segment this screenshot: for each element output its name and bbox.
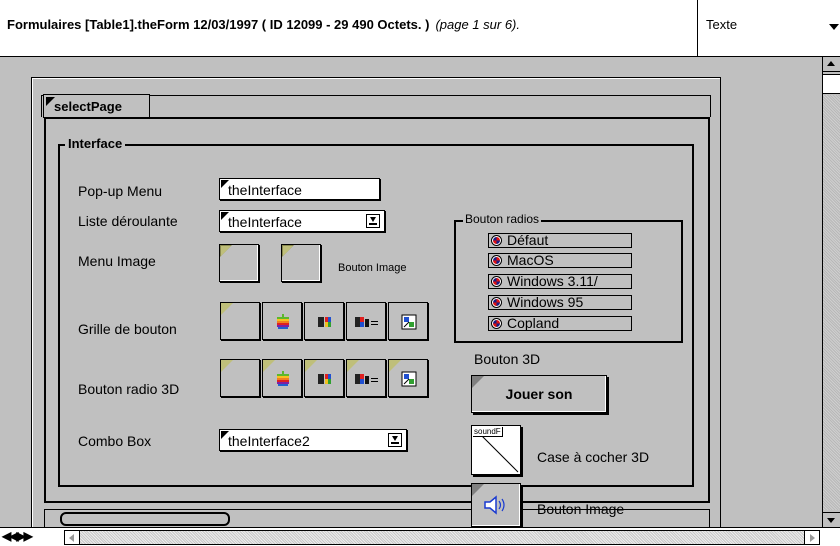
page-nav-arrows[interactable]: ◀◀▶▶ xyxy=(2,529,33,543)
radio-option-label: Windows 95 xyxy=(507,295,584,310)
radio3d-cell-4[interactable] xyxy=(346,359,386,397)
radio3d-cell-5[interactable] xyxy=(388,359,428,397)
radio-icon xyxy=(491,318,502,329)
radio-option-copland[interactable]: Copland xyxy=(488,316,632,331)
apple-icon xyxy=(274,313,292,331)
scroll-corner xyxy=(822,528,840,546)
horizontal-scrollbar[interactable] xyxy=(64,530,820,545)
grid-cell-2[interactable] xyxy=(262,302,302,340)
radio-option-label: Copland xyxy=(507,316,560,331)
combo-value: theInterface2 xyxy=(228,433,310,449)
scroll-track[interactable] xyxy=(823,95,840,510)
color-text-icon xyxy=(353,370,381,388)
radio3d-cell-3[interactable] xyxy=(304,359,344,397)
radio-option-label: Défaut xyxy=(507,233,549,248)
grid-cell-5[interactable] xyxy=(388,302,428,340)
speaker-icon xyxy=(484,495,505,515)
tab-selectpage[interactable]: selectPage xyxy=(43,94,150,118)
radio-icon xyxy=(491,255,502,266)
grid-cell-3[interactable] xyxy=(304,302,344,340)
color-text-icon xyxy=(353,313,381,331)
apple-icon xyxy=(274,370,292,388)
menu-image-label: Menu Image xyxy=(78,253,156,269)
list-label: Liste déroulante xyxy=(78,213,178,229)
object-marker-icon xyxy=(221,212,229,220)
object-marker-icon xyxy=(46,97,55,106)
combo-label: Combo Box xyxy=(78,433,152,449)
dropdown-arrow-icon[interactable] xyxy=(366,214,380,228)
view-select-value: Texte xyxy=(706,17,738,32)
window-header: Formulaires [Table1].theForm 12/03/1997 … xyxy=(0,0,840,57)
bottom-bar: ◀◀▶▶ xyxy=(0,527,840,546)
radio3d-cell-1[interactable] xyxy=(220,359,260,397)
image-button-label: Bouton Image xyxy=(537,501,625,517)
scroll-thumb[interactable] xyxy=(823,74,840,94)
color-icon xyxy=(316,313,334,331)
image-button-caption: Bouton Image xyxy=(338,262,407,274)
radio-option-windows311[interactable]: Windows 3.11/ xyxy=(488,274,632,289)
page-info: (page 1 sur 6). xyxy=(435,17,520,32)
arrow-down-icon xyxy=(827,518,835,523)
popup-menu[interactable]: theInterface xyxy=(219,178,380,200)
form-title: Formulaires [Table1].theForm 12/03/1997 … xyxy=(7,17,430,32)
image-button[interactable] xyxy=(471,483,521,527)
radio3d-label: Bouton radio 3D xyxy=(78,381,180,397)
play-sound-label: Jouer son xyxy=(505,386,573,402)
radio-icon xyxy=(491,297,502,308)
picture-icon xyxy=(400,313,418,331)
vertical-scrollbar[interactable] xyxy=(822,57,840,527)
arrow-right-icon xyxy=(810,534,815,542)
arrow-up-icon xyxy=(827,61,835,66)
grid-cell-4[interactable] xyxy=(346,302,386,340)
chevron-down-icon xyxy=(829,24,839,30)
object-marker-icon xyxy=(472,376,484,388)
scroll-down-button[interactable] xyxy=(823,512,840,527)
window-title: Formulaires [Table1].theForm 12/03/1997 … xyxy=(7,17,520,32)
object-marker-icon xyxy=(221,180,229,188)
scroll-right-button[interactable] xyxy=(804,531,819,544)
grid-cell-1[interactable] xyxy=(220,302,260,340)
radio-icon xyxy=(491,235,502,246)
button-grid-label: Grille de bouton xyxy=(78,321,177,337)
popup-value: theInterface xyxy=(228,182,302,198)
view-select[interactable]: Texte xyxy=(698,0,840,56)
group-label: Interface xyxy=(65,136,126,151)
form-canvas: selectPage Interface Pop-up Menu Liste d… xyxy=(0,57,822,527)
object-marker-icon xyxy=(221,431,229,439)
color-icon xyxy=(316,370,334,388)
image-button-box[interactable] xyxy=(281,244,321,282)
radio-option-default[interactable]: Défaut xyxy=(488,233,632,248)
popup-label: Pop-up Menu xyxy=(78,183,163,199)
tab-label: selectPage xyxy=(54,99,122,114)
picture-icon xyxy=(400,370,418,388)
button3d-label: Bouton 3D xyxy=(474,351,541,367)
radio-icon xyxy=(491,276,502,287)
radio-option-label: MacOS xyxy=(507,253,554,268)
radio3d-cell-2[interactable] xyxy=(262,359,302,397)
radio-option-windows95[interactable]: Windows 95 xyxy=(488,295,632,310)
dropdown-value: theInterface xyxy=(228,214,302,230)
dropdown-list[interactable]: theInterface xyxy=(219,210,385,232)
rounded-object[interactable] xyxy=(60,512,230,526)
menu-image-box[interactable] xyxy=(219,244,259,282)
play-sound-button[interactable]: Jouer son xyxy=(471,375,607,413)
scroll-up-button[interactable] xyxy=(823,57,840,72)
scroll-left-button[interactable] xyxy=(65,531,80,544)
checkbox-3d-label: Case à cocher 3D xyxy=(537,449,650,465)
checkbox-tag: soundF xyxy=(473,427,503,437)
radio-option-macos[interactable]: MacOS xyxy=(488,253,632,268)
dropdown-arrow-icon[interactable] xyxy=(388,433,402,447)
radio-option-label: Windows 3.11/ xyxy=(507,274,598,289)
combo-box[interactable]: theInterface2 xyxy=(219,429,407,451)
radio-group-label: Bouton radios xyxy=(463,212,542,226)
arrow-left-icon xyxy=(69,534,74,542)
checkbox-3d[interactable]: soundF xyxy=(471,425,521,475)
